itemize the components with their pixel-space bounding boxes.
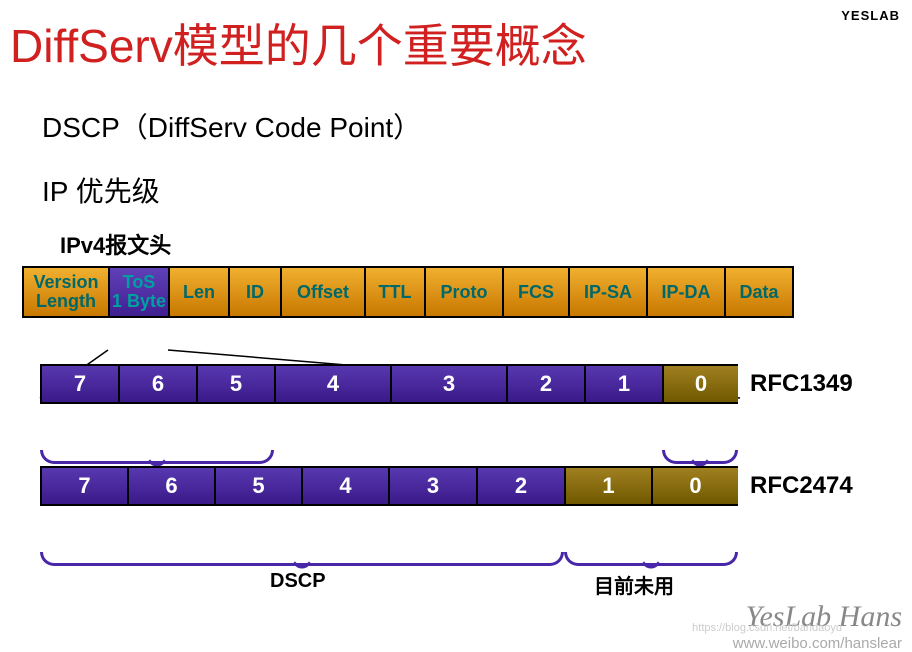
- header-cell-ttl: TTL: [364, 266, 424, 318]
- brace-label-dscp: DSCP: [270, 570, 326, 593]
- corner-logo: YESLAB: [841, 8, 900, 23]
- brace-dscp: [40, 552, 564, 566]
- brace-ip-precedence: [40, 450, 274, 464]
- source-url: www.weibo.com/hanslear: [733, 635, 902, 652]
- ipv4-header-row: VersionLengthToS1 ByteLenIDOffsetTTLProt…: [22, 266, 882, 318]
- bit-cell-2: 2: [476, 466, 564, 506]
- bit-cell-5: 5: [214, 466, 301, 506]
- bit-cell-1: 1: [584, 364, 662, 404]
- header-cell-ip-da: IP-DA: [646, 266, 724, 318]
- header-cell-fcs: FCS: [502, 266, 568, 318]
- ipv4-header-label: IPv4报文头: [60, 228, 912, 260]
- bits-area: 76543210RFC1349 IP Precedence 目前未用 76543…: [40, 364, 912, 506]
- bit-cell-0: 0: [651, 466, 738, 506]
- header-cell-ip-sa: IP-SA: [568, 266, 646, 318]
- bit-row-rfc2474: 76543210RFC2474: [40, 466, 738, 506]
- header-cell-version: VersionLength: [22, 266, 108, 318]
- url-overlay: https://blog.csdn.net/bandaoyu: [692, 622, 842, 634]
- bit-cell-5: 5: [196, 364, 274, 404]
- bit-cell-7: 7: [40, 466, 127, 506]
- title-latin: DiffServ: [10, 20, 173, 72]
- header-cell-data: Data: [724, 266, 794, 318]
- bit-cell-3: 3: [390, 364, 506, 404]
- slide-title: DiffServ模型的几个重要概念: [0, 0, 912, 76]
- bit-cell-0: 0: [662, 364, 738, 404]
- header-cell-id: ID: [228, 266, 280, 318]
- brace-unused-2: [564, 552, 738, 566]
- bit-cell-7: 7: [40, 364, 118, 404]
- bit-cell-4: 4: [274, 364, 390, 404]
- header-cell-tos: ToS1 Byte: [108, 266, 168, 318]
- brace-unused-1: [662, 450, 738, 464]
- bit-cell-4: 4: [301, 466, 388, 506]
- subtitle-ip-priority: IP 优先级: [42, 170, 912, 210]
- bit-row-rfc1349: 76543210RFC1349: [40, 364, 738, 404]
- bit-cell-6: 6: [118, 364, 196, 404]
- header-cell-len: Len: [168, 266, 228, 318]
- rfc-label-2474: RFC2474: [750, 472, 853, 500]
- bit-cell-3: 3: [388, 466, 476, 506]
- brace-label-unused-2: 目前未用: [594, 570, 674, 599]
- bit-cell-2: 2: [506, 364, 584, 404]
- bit-cell-6: 6: [127, 466, 214, 506]
- bit-cell-1: 1: [564, 466, 651, 506]
- title-cjk: 模型的几个重要概念: [173, 21, 587, 72]
- rfc-label-1349: RFC1349: [750, 370, 853, 398]
- subtitle-dscp: DSCP（DiffServ Code Point）: [42, 106, 912, 146]
- header-cell-offset: Offset: [280, 266, 364, 318]
- header-cell-proto: Proto: [424, 266, 502, 318]
